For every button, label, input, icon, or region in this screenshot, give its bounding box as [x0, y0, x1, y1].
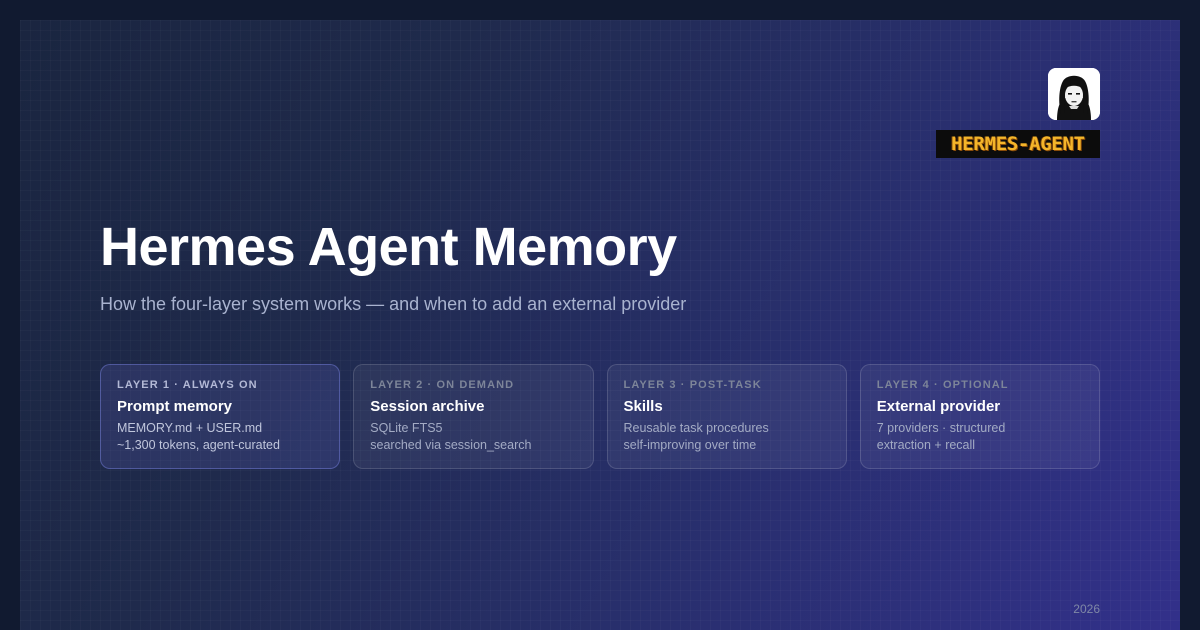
logo-wordmark: HERMES-AGENT	[936, 130, 1100, 158]
layer-description: 7 providers · structured extraction + re…	[877, 420, 1083, 454]
layer-label: LAYER 2 · ON DEMAND	[370, 379, 515, 391]
layer-title: Prompt memory	[117, 398, 233, 415]
layer-description-line-2: ~1,300 tokens, agent-curated	[117, 438, 280, 452]
hero-canvas: HERMES-AGENT Hermes Agent Memory How the…	[20, 20, 1180, 630]
layer-description-line-1: MEMORY.md + USER.md	[117, 421, 263, 435]
layer-description: SQLite FTS5 searched via session_search	[370, 420, 576, 454]
layer-title: Skills	[623, 398, 663, 415]
layer-cards: LAYER 1 · ALWAYS ON Prompt memory MEMORY…	[100, 364, 1100, 469]
layer-description-line-2: searched via session_search	[370, 438, 532, 452]
layer-card-4: LAYER 4 · OPTIONAL External provider 7 p…	[859, 364, 1100, 469]
portrait-icon	[1048, 68, 1100, 120]
layer-label: LAYER 1 · ALWAYS ON	[117, 379, 258, 391]
layer-label: LAYER 3 · POST-TASK	[623, 379, 762, 391]
layer-description-line-1: 7 providers · structured	[876, 421, 1006, 435]
hermes-agent-logo: HERMES-AGENT	[936, 68, 1100, 160]
layer-description-line-2: extraction + recall	[876, 438, 976, 452]
page-title: Hermes Agent Memory	[100, 217, 677, 277]
page-subtitle: How the four-layer system works — and wh…	[100, 294, 687, 314]
layer-card-2: LAYER 2 · ON DEMAND Session archive SQLi…	[353, 364, 594, 469]
layer-description-line-1: SQLite FTS5	[370, 421, 443, 435]
avatar-icon	[1048, 68, 1100, 120]
layer-title: External provider	[876, 398, 1001, 415]
layer-card-3: LAYER 3 · POST-TASK Skills Reusable task…	[606, 364, 847, 469]
logo-text: HERMES-AGENT	[951, 133, 1085, 155]
layer-title: Session archive	[370, 398, 485, 415]
layer-description: MEMORY.md + USER.md ~1,300 tokens, agent…	[117, 420, 323, 454]
footer-year: 2026	[1073, 602, 1100, 616]
layer-description-line-2: self-improving over time	[623, 438, 757, 452]
layer-card-1: LAYER 1 · ALWAYS ON Prompt memory MEMORY…	[100, 364, 341, 469]
layer-description: Reusable task procedures self-improving …	[624, 420, 830, 454]
layer-label: LAYER 4 · OPTIONAL	[876, 379, 1009, 391]
layer-description-line-1: Reusable task procedures	[623, 421, 769, 435]
